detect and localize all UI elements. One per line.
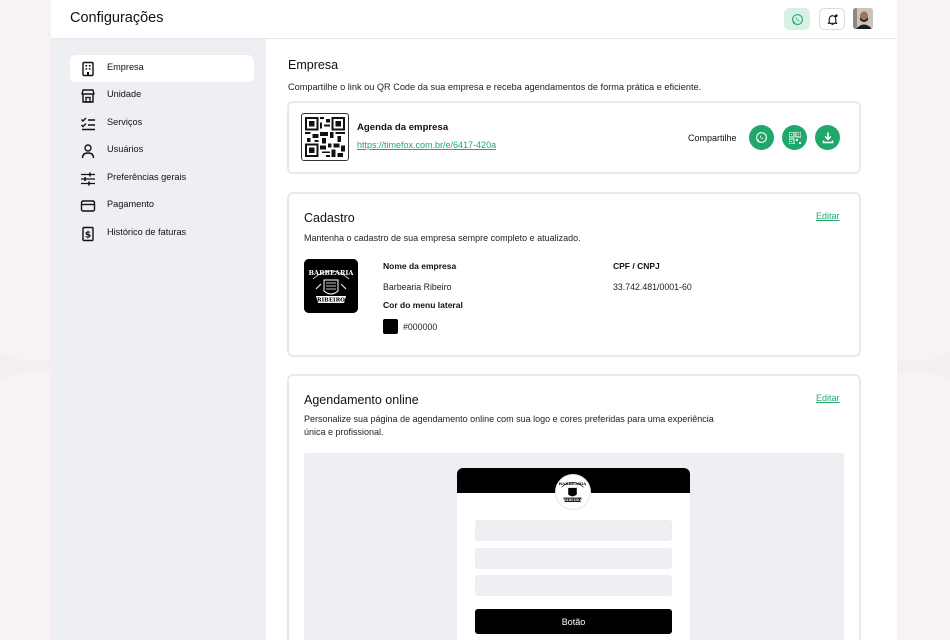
main-content: Empresa Compartilhe o link ou QR Code da…: [266, 39, 897, 640]
document-label: CPF / CNPJ: [613, 261, 660, 271]
invoice-icon: $: [82, 226, 94, 242]
edit-cadastro-link[interactable]: Editar: [816, 211, 840, 221]
notifications-button[interactable]: [819, 8, 845, 30]
svg-text:BARBEARIA: BARBEARIA: [309, 269, 355, 277]
user-icon: [81, 144, 95, 159]
sidebar-item-servicos[interactable]: Serviços: [70, 110, 254, 137]
svg-text:$: $: [85, 231, 91, 241]
preview-page: BARBEARIA RIBEIRO Botão: [457, 468, 690, 640]
barber-logo-image: BARBEARIA RIBEIRO: [304, 259, 358, 313]
company-link-card: Agenda da empresa https://timefox.com.br…: [287, 101, 861, 174]
description-line: única e profissional.: [304, 427, 384, 437]
whatsapp-button[interactable]: [784, 8, 810, 30]
menu-color-value: #000000: [403, 322, 438, 332]
sidebar-item-label: Preferências gerais: [107, 172, 187, 182]
document-value: 33.742.481/0001-60: [613, 282, 692, 292]
sidebar-item-label: Pagamento: [107, 199, 154, 209]
avatar-image: [853, 8, 873, 29]
menu-color-swatch: [383, 319, 398, 334]
sidebar-item-unidade[interactable]: Unidade: [70, 82, 254, 109]
whatsapp-icon: [791, 13, 803, 25]
sidebar-item-usuarios[interactable]: Usuários: [70, 137, 254, 164]
edit-online-booking-link[interactable]: Editar: [816, 393, 840, 403]
section-title: Empresa: [288, 58, 339, 72]
menu-color-label: Cor do menu lateral: [383, 300, 463, 310]
description-line: Personalize sua página de agendamento on…: [304, 414, 714, 424]
sidebar-item-label: Unidade: [107, 89, 142, 99]
checklist-icon: [81, 117, 95, 131]
sidebar: Empresa Unidade Serviços Usuários Prefer…: [51, 39, 266, 640]
preview-input: [475, 575, 672, 596]
share-whatsapp-button[interactable]: [749, 125, 774, 150]
download-button[interactable]: [815, 125, 840, 150]
sidebar-item-empresa[interactable]: Empresa: [70, 55, 254, 82]
qr-code[interactable]: [301, 113, 349, 161]
svg-text:RIBEIRO: RIBEIRO: [317, 298, 345, 304]
online-booking-card: Agendamento online Editar Personalize su…: [287, 374, 861, 640]
share-label: Compartilhe: [688, 133, 737, 143]
sidebar-item-label: Histórico de faturas: [107, 227, 187, 237]
agenda-link[interactable]: https://timefox.com.br/e/6417-420a: [357, 140, 496, 150]
bell-icon: [827, 13, 838, 25]
svg-text:RIBEIRO: RIBEIRO: [564, 498, 581, 502]
sliders-icon: [81, 172, 95, 186]
app-window: Configurações Empresa Unidade Serviços U…: [51, 0, 897, 640]
preview-input: [475, 520, 672, 541]
page-title: Configurações: [70, 10, 164, 26]
card-title: Cadastro: [304, 211, 355, 225]
whatsapp-icon: [756, 132, 767, 143]
svg-text:BARBEARIA: BARBEARIA: [559, 481, 587, 486]
sidebar-item-preferencias[interactable]: Preferências gerais: [70, 165, 254, 192]
credit-card-icon: [80, 200, 96, 212]
sidebar-item-label: Usuários: [107, 144, 144, 154]
top-bar: Configurações: [51, 0, 897, 39]
share-qr-code-button[interactable]: [782, 125, 807, 150]
card-description: Personalize sua página de agendamento on…: [304, 413, 714, 439]
company-logo: BARBEARIA RIBEIRO: [304, 259, 358, 313]
cadastro-card: Cadastro Editar Mantenha o cadastro de s…: [287, 192, 861, 357]
preview-button: Botão: [475, 609, 672, 634]
preview-logo: BARBEARIA RIBEIRO: [555, 474, 591, 510]
booking-page-preview: BARBEARIA RIBEIRO Botão: [304, 453, 844, 640]
qr-code-icon: [305, 117, 345, 157]
qr-code-icon: [788, 131, 801, 144]
store-icon: [81, 89, 95, 103]
company-name-value: Barbearia Ribeiro: [383, 282, 452, 292]
download-icon: [822, 131, 833, 143]
company-name-label: Nome da empresa: [383, 261, 457, 271]
sidebar-item-label: Empresa: [107, 62, 144, 72]
section-description: Compartilhe o link ou QR Code da sua emp…: [288, 82, 702, 92]
barber-logo-image: BARBEARIA RIBEIRO: [556, 475, 589, 508]
preview-input: [475, 548, 672, 569]
user-avatar[interactable]: [853, 8, 873, 29]
card-description: Mantenha o cadastro de sua empresa sempr…: [304, 233, 581, 243]
building-icon: [82, 61, 94, 77]
sidebar-item-pagamento[interactable]: Pagamento: [70, 192, 254, 219]
agenda-title: Agenda da empresa: [357, 122, 449, 133]
sidebar-item-label: Serviços: [107, 117, 143, 127]
sidebar-item-historico[interactable]: $ Histórico de faturas: [70, 220, 254, 247]
card-title: Agendamento online: [304, 393, 419, 407]
